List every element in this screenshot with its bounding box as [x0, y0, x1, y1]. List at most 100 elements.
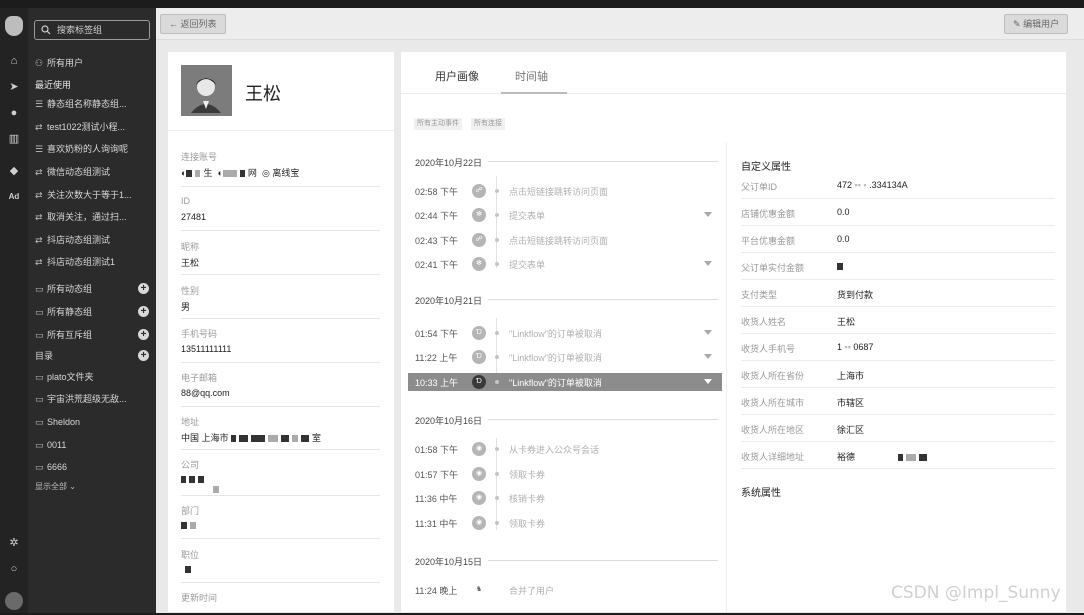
detail-card: 用户画像 时间轴 所有主动事件 所有连接 2020年10月22日 02:58 下…	[401, 52, 1066, 612]
company-value	[181, 474, 222, 494]
sidebar-recent-item[interactable]: ⇄ 抖店动态组测试	[35, 233, 153, 247]
link-icon: ◎	[261, 168, 270, 178]
nickname-label: 昵称	[181, 242, 200, 252]
expand-caret-icon[interactable]	[704, 354, 712, 359]
sidebar-dir-item[interactable]: ▭ 宇宙洪荒超级无敌...	[35, 392, 153, 406]
arrow-left-icon: ←	[169, 19, 178, 29]
list-icon: ☰	[35, 144, 44, 154]
event-filter-chip[interactable]: 所有主动事件	[414, 118, 462, 130]
profile-card: 王松 连接账号 ◐ 生 ◐ 网 ◎ 离线宝 ID 27481 昵称 王松 性别 男 …	[168, 52, 394, 612]
tab-user-portrait[interactable]: 用户画像	[435, 68, 479, 84]
timeline-date: 2020年10月22日	[415, 158, 483, 168]
merge-icon: ♞	[475, 586, 483, 593]
folder-icon: ▭	[35, 307, 44, 317]
sidebar-item-all-users[interactable]: ⚇ 所有用户	[35, 56, 153, 70]
system-props-title: 系统属性	[741, 488, 781, 499]
wechat-icon: ◉	[472, 491, 486, 505]
sync-icon: ⇄	[35, 257, 43, 267]
user-icon[interactable]: ●	[7, 106, 21, 120]
directory-section: 目录 +	[35, 349, 153, 363]
timeline-event[interactable]: 11:31 中午 ◉ 领取卡券	[408, 514, 722, 532]
sidebar-group-exclusive[interactable]: ▭ 所有互斥组 +	[35, 328, 153, 342]
sidebar-recent-item[interactable]: ⇄ test1022测试小程...	[35, 120, 153, 134]
timeline-event[interactable]: 11:24 晚上 ♞ 合并了用户	[408, 581, 722, 599]
email-value: 88@qq.com	[181, 388, 230, 398]
timeline-event[interactable]: 01:54 下午 Ɗ "Linkflow"的订单被取消	[408, 324, 722, 342]
expand-caret-icon[interactable]	[704, 379, 712, 384]
add-directory-button[interactable]: +	[138, 350, 149, 361]
add-exclusive-group-button[interactable]: +	[138, 329, 149, 340]
property-row: 支付类型 货到付款	[741, 280, 1055, 307]
help-icon[interactable]: ○	[7, 562, 21, 576]
link-icon: ☍	[472, 233, 486, 247]
sidebar-dir-item[interactable]: ▭ 6666	[35, 460, 153, 474]
add-dynamic-group-button[interactable]: +	[138, 283, 149, 294]
gear-icon[interactable]: ✲	[7, 536, 21, 550]
profile-name: 王松	[245, 84, 281, 104]
timeline-event[interactable]: 11:36 中午 ◉ 核销卡券	[408, 489, 722, 507]
sidebar-recent-item[interactable]: ⇄ 关注次数大于等于1...	[35, 188, 153, 202]
timeline-event[interactable]: 01:58 下午 ◉ 从卡券进入公众号会话	[408, 440, 722, 458]
address-label: 地址	[181, 417, 200, 427]
show-all-link[interactable]: 显示全部 ⌄	[35, 480, 153, 494]
wechat-icon: ◉	[472, 516, 486, 530]
email-label: 电子邮箱	[181, 373, 218, 383]
expand-caret-icon[interactable]	[704, 212, 712, 217]
recent-section-title: 最近使用	[35, 80, 72, 90]
property-row: 店铺优惠金额 0.0	[741, 199, 1055, 226]
sidebar-recent-item[interactable]: ⇄ 抖店动态组测试1	[35, 255, 153, 269]
position-value	[181, 564, 194, 574]
expand-caret-icon[interactable]	[704, 261, 712, 266]
wechat-icon: ◉	[472, 442, 486, 456]
add-static-group-button[interactable]: +	[138, 306, 149, 317]
sidebar-dir-item[interactable]: ▭ Sheldon	[35, 415, 153, 429]
form-icon: ✻	[472, 208, 486, 222]
divider	[168, 130, 394, 131]
send-icon[interactable]: ➤	[7, 80, 21, 94]
sync-icon: ⇄	[35, 190, 43, 200]
sidebar-recent-item[interactable]: ☰ 喜欢奶粉的人询询呢	[35, 142, 153, 156]
expand-caret-icon[interactable]	[704, 330, 712, 335]
watermark: CSDN @Impl_Sunny	[891, 583, 1061, 603]
sidebar-group-static[interactable]: ▭ 所有静态组 +	[35, 305, 153, 319]
id-label: ID	[181, 196, 190, 206]
search-placeholder: 搜索标签组	[57, 25, 103, 35]
sidebar-recent-item[interactable]: ☰ 静态组名称静态组...	[35, 97, 153, 111]
timeline-event[interactable]: 01:57 下午 ◉ 领取卡券	[408, 465, 722, 483]
chart-icon[interactable]: ▥	[7, 132, 21, 146]
back-to-list-button[interactable]: ← 返回列表	[160, 14, 226, 34]
sync-icon: ⇄	[35, 235, 43, 245]
timeline-event[interactable]: 02:41 下午 ✻ 提交表单	[408, 255, 722, 273]
home-icon[interactable]: ⌂	[7, 54, 21, 68]
folder-icon: ▭	[35, 462, 44, 472]
edit-user-button[interactable]: ✎ 编辑用户	[1004, 14, 1069, 34]
timeline-event[interactable]: 02:44 下午 ✻ 提交表单	[408, 206, 722, 224]
timeline-event[interactable]: 02:58 下午 ☍ 点击短链接跳转访问页面	[408, 182, 722, 200]
tab-timeline[interactable]: 时间轴	[515, 68, 548, 84]
sidebar-recent-item[interactable]: ⇄ 取消关注，通过扫...	[35, 210, 153, 224]
sidebar-dir-item[interactable]: ▭ 0011	[35, 438, 153, 452]
account-avatar[interactable]	[5, 592, 23, 610]
timeline-date: 2020年10月16日	[415, 416, 483, 426]
sync-icon: ⇄	[35, 122, 43, 132]
folder-icon: ▭	[35, 417, 44, 427]
property-row: 收货人所在城市 市辖区	[741, 388, 1055, 415]
sidebar-dir-item[interactable]: ▭ plato文件夹	[35, 370, 153, 384]
property-row: 收货人所在省份 上海市	[741, 361, 1055, 388]
updated-label: 更新时间	[181, 593, 218, 603]
property-row: 平台优惠金额 0.0	[741, 226, 1055, 253]
list-icon: ☰	[35, 99, 44, 109]
main-area: ← 返回列表 ✎ 编辑用户 王松 连接账号 ◐ 生 ◐ 网 ◎ 离线宝 ID 274…	[156, 8, 1084, 613]
search-input[interactable]: 搜索标签组	[34, 20, 150, 40]
connection-filter-chip[interactable]: 所有连接	[471, 118, 505, 130]
folder-icon: ▭	[35, 284, 44, 294]
chat-icon[interactable]: ◆	[7, 164, 21, 178]
ad-icon[interactable]: Ad	[7, 190, 21, 204]
sidebar-group-dynamic[interactable]: ▭ 所有动态组 +	[35, 282, 153, 296]
timeline-event[interactable]: 02:43 下午 ☍ 点击短链接跳转访问页面	[408, 231, 722, 249]
store-icon: Ɗ	[472, 375, 486, 389]
sidebar-recent-item[interactable]: ⇄ 微信动态组测试	[35, 165, 153, 179]
timeline-event-selected[interactable]: 10:33 上午 Ɗ "Linkflow"的订单被取消	[408, 373, 722, 391]
timeline-event[interactable]: 11:22 上午 Ɗ "Linkflow"的订单被取消	[408, 348, 722, 366]
timeline-date: 2020年10月15日	[415, 557, 483, 567]
